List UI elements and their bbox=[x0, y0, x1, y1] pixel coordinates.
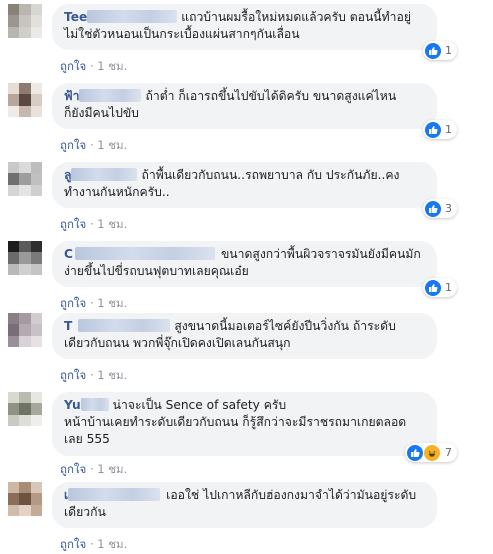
blurred-name bbox=[80, 398, 109, 411]
comment-text: เดียวกับถนน พวกพี่จุ๊กเปิดคงเปิดเลนกันสน… bbox=[64, 336, 291, 350]
timestamp[interactable]: 1 ชม. bbox=[97, 296, 127, 310]
like-link[interactable]: ถูกใจ bbox=[60, 537, 86, 551]
comment-meta: ถูกใจ · 1 ชม. bbox=[60, 137, 127, 155]
comment-text: สูงขนาดนี้มอเตอร์ไซค์ยังปีนวิ่งกัน ถ้าระ… bbox=[174, 319, 396, 333]
like-link[interactable]: ถูกใจ bbox=[60, 462, 86, 476]
timestamp[interactable]: 1 ชม. bbox=[97, 59, 127, 73]
reaction-summary[interactable]: 3 bbox=[423, 199, 457, 218]
separator: · bbox=[89, 217, 94, 231]
blurred-name bbox=[79, 89, 142, 102]
comment-bubble: ฟ้า ถ้าต่ำ ก็เอารถขึ้นไปขับได้ดิครับ ขนาด… bbox=[52, 83, 457, 139]
comment-text: น่าจะเป็น Sence of safety ครับ bbox=[112, 398, 287, 412]
reaction-summary[interactable]: 1 bbox=[423, 120, 457, 139]
like-link[interactable]: ถูกใจ bbox=[60, 368, 86, 382]
separator: · bbox=[89, 368, 94, 382]
like-link[interactable]: ถูกใจ bbox=[60, 296, 86, 310]
comment-meta: ถูกใจ · 1 ชม. bbox=[60, 58, 127, 76]
reaction-summary[interactable]: 7 bbox=[405, 443, 457, 462]
haha-icon bbox=[423, 443, 441, 462]
comment-text: เออใช่ ไปเกาหลีกับฮ่องกงมาจำได้ว่ามันอยู… bbox=[166, 488, 417, 502]
like-icon bbox=[425, 121, 441, 138]
blurred-name bbox=[68, 488, 161, 501]
separator: · bbox=[89, 59, 94, 73]
timestamp[interactable]: 1 ชม. bbox=[97, 217, 127, 231]
avatar[interactable] bbox=[8, 4, 42, 38]
comment-item: T สูงขนาดนี้มอเตอร์ไซค์ยังปีนวิ่งกัน ถ้าร… bbox=[0, 313, 493, 385]
reaction-summary[interactable]: 1 bbox=[423, 41, 457, 60]
comment-item: ลู ถ้าพื้นเดียวกับถนน..รถพยาบาล กับ ประกั… bbox=[0, 162, 493, 234]
comment-bubble: C ขนาดสูงกว่าพื้นผิวจราจรมันยังมีคนมัก ง่… bbox=[52, 241, 457, 297]
comment-author[interactable]: Tee bbox=[64, 10, 87, 24]
like-link[interactable]: ถูกใจ bbox=[60, 217, 86, 231]
comment-text: ง่ายขึ้นไปขี่รถบนฟุตบาทเลยคุณเอ๋ย bbox=[64, 264, 249, 278]
comment-text: ขนาดสูงกว่าพื้นผิวจราจรมันยังมีคนมัก bbox=[220, 247, 421, 261]
comment-bubble: Yu น่าจะเป็น Sence of safety ครับ หน้าบ้า… bbox=[52, 392, 457, 462]
comment-text: ถ้าต่ำ ก็เอารถขึ้นไปขับได้ดิครับ ขนาดสูง… bbox=[145, 89, 397, 103]
like-link[interactable]: ถูกใจ bbox=[60, 138, 86, 152]
comment-item: ฟ้า ถ้าต่ำ ก็เอารถขึ้นไปขับได้ดิครับ ขนาด… bbox=[0, 83, 493, 155]
reaction-count: 1 bbox=[445, 281, 452, 294]
comment-author[interactable]: ลู bbox=[64, 168, 71, 182]
blurred-name bbox=[74, 247, 215, 260]
comment-text: ทำงานกันหนักครับ.. bbox=[64, 185, 170, 199]
comment-author[interactable]: T bbox=[64, 319, 72, 333]
comment-meta: ถูกใจ · 1 ชม. bbox=[60, 216, 127, 234]
separator: · bbox=[89, 462, 94, 476]
avatar[interactable] bbox=[8, 482, 42, 516]
comment-text: ไม่ใช่ตัวหนอนเป็นกระเบื้องแผ่นสากๆกันเลื… bbox=[64, 27, 300, 41]
reaction-count: 7 bbox=[445, 446, 452, 459]
comment-text: ถ้าพื้นเดียวกับถนน..รถพยาบาล กับ ประกันภ… bbox=[141, 168, 400, 182]
comment-bubble: เเออใช่ ไปเกาหลีกับฮ่องกงมาจำได้ว่ามันอย… bbox=[52, 482, 437, 528]
comment-text: หน้าบ้านเคยทำระดับเดียวกับถนน ก็รู้สึกว่… bbox=[64, 415, 407, 429]
comment-item: Yu น่าจะเป็น Sence of safety ครับ หน้าบ้า… bbox=[0, 392, 493, 480]
blurred-name bbox=[87, 10, 178, 23]
timestamp[interactable]: 1 ชม. bbox=[97, 368, 127, 382]
timestamp[interactable]: 1 ชม. bbox=[97, 462, 127, 476]
comment-meta: ถูกใจ · 1 ชม. bbox=[60, 367, 127, 385]
comment-meta: ถูกใจ · 1 ชม. bbox=[60, 536, 127, 554]
avatar[interactable] bbox=[8, 83, 42, 117]
comment-bubble: Tee แถวบ้านผมรื้อใหม่หมดแล้วครับ ตอนนี้ทำ… bbox=[52, 4, 457, 60]
avatar[interactable] bbox=[8, 313, 42, 347]
separator: · bbox=[89, 138, 94, 152]
reaction-count: 3 bbox=[445, 202, 452, 215]
comment-text: เดียวกัน bbox=[64, 505, 106, 519]
separator: · bbox=[89, 537, 94, 551]
comment-item: C ขนาดสูงกว่าพื้นผิวจราจรมันยังมีคนมัก ง่… bbox=[0, 241, 493, 313]
comment-item: เเออใช่ ไปเกาหลีกับฮ่องกงมาจำได้ว่ามันอย… bbox=[0, 482, 493, 554]
comment-item: Tee แถวบ้านผมรื้อใหม่หมดแล้วครับ ตอนนี้ทำ… bbox=[0, 4, 493, 76]
comment-text: ก็ยังมีคนไปขับ bbox=[64, 106, 139, 120]
comment-meta: ถูกใจ · 1 ชม. bbox=[60, 461, 127, 479]
reaction-summary[interactable]: 1 bbox=[423, 278, 457, 297]
avatar[interactable] bbox=[8, 162, 42, 196]
avatar[interactable] bbox=[8, 241, 42, 275]
comment-author[interactable]: ฟ้า bbox=[64, 89, 79, 103]
separator: · bbox=[89, 296, 94, 310]
blurred-name bbox=[78, 319, 171, 332]
comment-bubble: ลู ถ้าพื้นเดียวกับถนน..รถพยาบาล กับ ประกั… bbox=[52, 162, 457, 218]
comment-bubble: T สูงขนาดนี้มอเตอร์ไซค์ยังปีนวิ่งกัน ถ้าร… bbox=[52, 313, 437, 359]
like-icon bbox=[425, 200, 441, 217]
like-link[interactable]: ถูกใจ bbox=[60, 59, 86, 73]
like-icon bbox=[425, 42, 441, 59]
avatar[interactable] bbox=[8, 392, 42, 426]
comment-author[interactable]: Yu bbox=[64, 398, 81, 412]
blurred-name bbox=[71, 168, 138, 181]
reaction-count: 1 bbox=[445, 123, 452, 136]
reaction-count: 1 bbox=[445, 44, 452, 57]
comment-author[interactable]: C bbox=[64, 247, 73, 261]
comment-text: แถวบ้านผมรื้อใหม่หมดแล้วครับ ตอนนี้ทำอยู… bbox=[181, 10, 411, 24]
comment-meta: ถูกใจ · 1 ชม. bbox=[60, 295, 127, 313]
like-icon bbox=[425, 279, 441, 296]
timestamp[interactable]: 1 ชม. bbox=[97, 537, 127, 551]
like-icon bbox=[407, 444, 423, 461]
timestamp[interactable]: 1 ชม. bbox=[97, 138, 127, 152]
comment-text: เลย 555 bbox=[64, 432, 110, 446]
